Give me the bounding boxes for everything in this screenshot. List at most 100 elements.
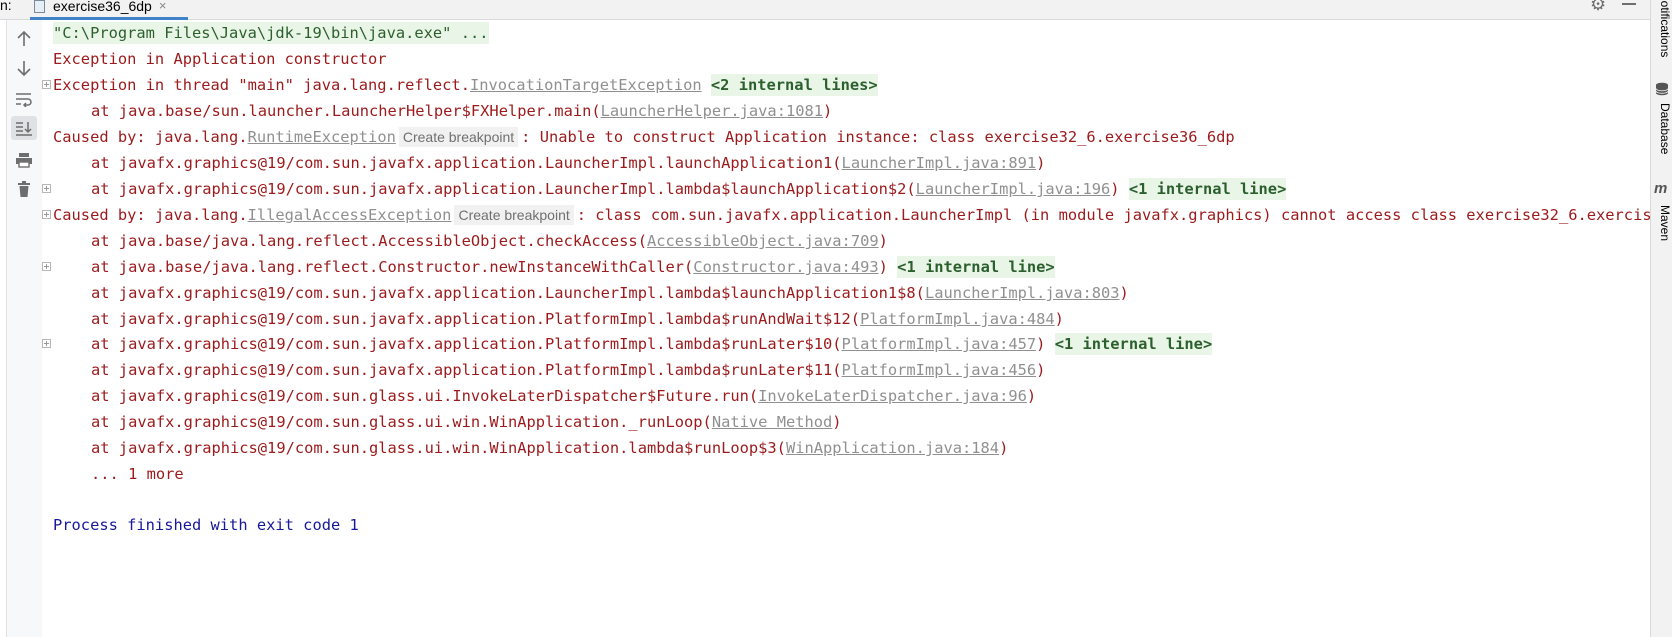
- stack-frame-line: at javafx.graphics@19/com.sun.javafx.app…: [42, 281, 1129, 305]
- stack-frame-line: at javafx.graphics@19/com.sun.javafx.app…: [42, 177, 1287, 201]
- log-text: at java.base/java.lang.reflect.Construct…: [91, 258, 694, 276]
- stack-frame-line: at javafx.graphics@19/com.sun.javafx.app…: [42, 151, 1045, 175]
- stack-frame-line: at java.base/java.lang.reflect.Construct…: [42, 255, 1055, 279]
- source-link[interactable]: PlatformImpl.java:456: [842, 361, 1037, 379]
- soft-wrap-icon[interactable]: [11, 87, 37, 111]
- maven-icon: m: [1654, 180, 1668, 197]
- tab-exercise36-6dp[interactable]: exercise36_6dp ×: [30, 0, 188, 20]
- stack-frame-line: at javafx.graphics@19/com.sun.javafx.app…: [42, 332, 1213, 356]
- exception-link[interactable]: IllegalAccessException: [248, 206, 452, 224]
- log-text: at java.base/sun.launcher.LauncherHelper…: [91, 102, 601, 120]
- log-text: Caused by: java.lang.: [53, 206, 248, 224]
- exit-code-text: Process finished with exit code 1: [53, 516, 359, 534]
- log-line: Caused by: java.lang.RuntimeException Cre…: [42, 125, 1235, 149]
- log-text: ): [1036, 154, 1046, 172]
- internal-lines-fold[interactable]: <1 internal line>: [1054, 333, 1213, 355]
- editor-tab-bar: n: exercise36_6dp × ⚙: [0, 0, 1650, 20]
- notifications-tool-button[interactable]: Notifications: [1658, 0, 1672, 57]
- log-text: Exception in Application constructor: [53, 50, 387, 68]
- log-text: at javafx.graphics@19/com.sun.javafx.app…: [91, 180, 916, 198]
- database-tool-button[interactable]: Database: [1658, 103, 1672, 154]
- expand-fold-icon[interactable]: [42, 80, 51, 89]
- expand-fold-icon[interactable]: [42, 339, 51, 348]
- expand-fold-icon[interactable]: [42, 184, 51, 193]
- stack-frame-line: at java.base/java.lang.reflect.Accessibl…: [42, 229, 888, 253]
- arrow-down-icon[interactable]: [11, 56, 37, 80]
- console-output[interactable]: "C:\Program Files\Java\jdk-19\bin\java.e…: [42, 20, 1650, 637]
- source-link[interactable]: PlatformImpl.java:484: [860, 310, 1055, 328]
- log-text: at javafx.graphics@19/com.sun.javafx.app…: [91, 361, 842, 379]
- source-link[interactable]: PlatformImpl.java:457: [842, 335, 1037, 353]
- right-tool-strip: Notifications Database m Maven: [1650, 0, 1672, 637]
- internal-lines-fold[interactable]: <1 internal line>: [1128, 178, 1287, 200]
- database-icon: [1655, 82, 1669, 96]
- log-text: at javafx.graphics@19/com.sun.javafx.app…: [91, 310, 861, 328]
- exception-link[interactable]: InvocationTargetException: [470, 76, 702, 94]
- exception-link[interactable]: RuntimeException: [248, 128, 396, 146]
- log-text: ): [1036, 361, 1046, 379]
- log-line: Exception in Application constructor: [42, 47, 387, 71]
- command-line: "C:\Program Files\Java\jdk-19\bin\java.e…: [42, 21, 489, 45]
- create-breakpoint-button[interactable]: Create breakpoint: [454, 205, 574, 225]
- source-link[interactable]: LauncherImpl.java:196: [916, 180, 1111, 198]
- create-breakpoint-button[interactable]: Create breakpoint: [398, 127, 519, 147]
- log-text: at javafx.graphics@19/com.sun.javafx.app…: [91, 284, 925, 302]
- log-text: ): [878, 258, 898, 276]
- log-text: at javafx.graphics@19/com.sun.javafx.app…: [91, 335, 842, 353]
- log-text: ): [878, 232, 888, 250]
- source-link[interactable]: InvokeLaterDispatcher.java:96: [758, 387, 1027, 405]
- log-text: ): [832, 413, 842, 431]
- stack-frame-line: at java.base/sun.launcher.LauncherHelper…: [42, 99, 832, 123]
- print-icon[interactable]: [11, 148, 37, 172]
- stack-frame-line: at javafx.graphics@19/com.sun.javafx.app…: [42, 358, 1045, 382]
- trash-icon[interactable]: [11, 177, 37, 201]
- stack-frame-line: ... 1 more: [42, 462, 184, 486]
- log-line: Caused by: java.lang.IllegalAccessExcept…: [42, 203, 1650, 227]
- log-text: at javafx.graphics@19/com.sun.glass.ui.w…: [91, 439, 786, 457]
- stack-frame-line: at javafx.graphics@19/com.sun.javafx.app…: [42, 307, 1064, 331]
- log-text: ): [1119, 284, 1129, 302]
- gear-icon[interactable]: ⚙: [1590, 0, 1606, 15]
- expand-fold-icon[interactable]: [42, 210, 51, 219]
- source-link[interactable]: LauncherHelper.java:1081: [601, 102, 823, 120]
- source-link[interactable]: AccessibleObject.java:709: [647, 232, 879, 250]
- process-finished-line: Process finished with exit code 1: [42, 513, 359, 537]
- log-text: at javafx.graphics@19/com.sun.javafx.app…: [91, 154, 842, 172]
- tab-bar-prefix: n:: [0, 0, 12, 13]
- log-text: ): [1054, 310, 1064, 328]
- log-text: ... 1 more: [91, 465, 184, 483]
- expand-fold-icon[interactable]: [42, 262, 51, 271]
- source-link[interactable]: Constructor.java:493: [693, 258, 878, 276]
- console-left-toolbar: [6, 20, 43, 637]
- log-text: at java.base/java.lang.reflect.Accessibl…: [91, 232, 647, 250]
- arrow-up-icon[interactable]: [11, 27, 37, 51]
- log-text: ): [1036, 335, 1055, 353]
- stack-frame-line: at javafx.graphics@19/com.sun.glass.ui.w…: [42, 436, 1008, 460]
- stack-frame-line: at javafx.graphics@19/com.sun.glass.ui.w…: [42, 410, 842, 434]
- log-text: ): [1110, 180, 1129, 198]
- source-link[interactable]: Native Method: [712, 413, 832, 431]
- maven-tool-button[interactable]: Maven: [1658, 205, 1672, 241]
- log-text: Caused by: java.lang.: [53, 128, 248, 146]
- log-line: Exception in thread "main" java.lang.ref…: [42, 73, 878, 97]
- log-text: at javafx.graphics@19/com.sun.glass.ui.I…: [91, 387, 759, 405]
- source-link[interactable]: LauncherImpl.java:803: [925, 284, 1120, 302]
- log-text: ): [1026, 387, 1037, 405]
- log-text: ): [823, 102, 833, 120]
- log-text: : Unable to construct Application instan…: [521, 128, 1235, 146]
- internal-lines-fold[interactable]: <1 internal line>: [897, 256, 1055, 278]
- file-icon: [34, 0, 45, 13]
- scroll-to-end-icon[interactable]: [11, 116, 37, 140]
- source-link[interactable]: WinApplication.java:184: [786, 439, 999, 457]
- log-text: Exception in thread "main" java.lang.ref…: [53, 76, 470, 94]
- source-link[interactable]: LauncherImpl.java:891: [842, 154, 1037, 172]
- close-icon[interactable]: ×: [159, 0, 167, 13]
- minimize-icon[interactable]: [1622, 3, 1636, 5]
- internal-lines-fold[interactable]: <2 internal lines>: [710, 74, 878, 96]
- stack-frame-line: at javafx.graphics@19/com.sun.glass.ui.I…: [42, 384, 1036, 408]
- log-text: : class com.sun.javafx.application.Launc…: [576, 206, 1650, 224]
- tab-title: exercise36_6dp: [53, 0, 152, 14]
- log-text: ): [999, 439, 1009, 457]
- command-text[interactable]: "C:\Program Files\Java\jdk-19\bin\java.e…: [53, 22, 489, 44]
